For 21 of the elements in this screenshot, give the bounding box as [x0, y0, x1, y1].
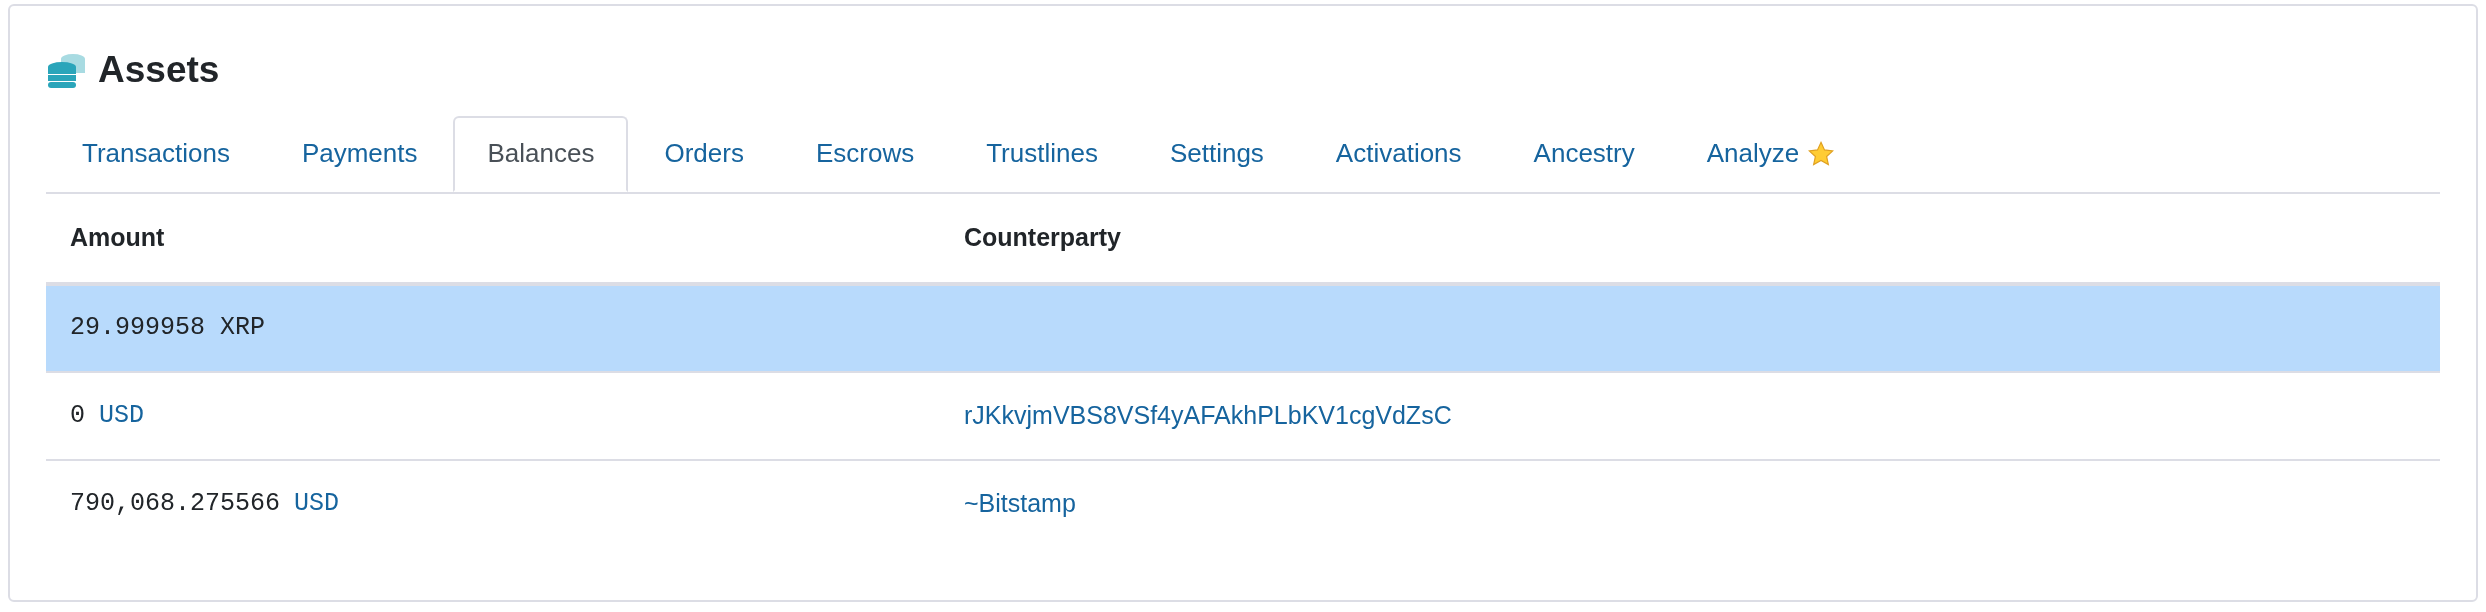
page-title: Assets: [98, 48, 220, 92]
column-header: Amount: [46, 193, 940, 284]
currency-link[interactable]: USD: [294, 489, 340, 519]
amount-text: 0: [70, 400, 85, 430]
tab[interactable]: Payments: [265, 115, 454, 192]
counterparty-link[interactable]: rJKkvjmVBS8VSf4yAFAkhPLbKV1cgVdZsC: [964, 400, 1452, 429]
amount-text: 29.999958 XRP: [70, 313, 266, 343]
tab[interactable]: Escrows: [779, 115, 951, 192]
currency-link[interactable]: USD: [99, 400, 145, 430]
counterparty-link[interactable]: ~Bitstamp: [964, 489, 1076, 518]
table-row[interactable]: 0 USD rJKkvjmVBS8VSf4yAFAkhPLbKV1cgVdZsC: [46, 371, 2440, 460]
tab[interactable]: Settings: [1133, 115, 1300, 192]
tab[interactable]: Trustlines: [950, 115, 1134, 192]
tab[interactable]: Balances: [453, 115, 629, 192]
tab[interactable]: Transactions: [46, 115, 266, 192]
tab[interactable]: Ancestry: [1497, 115, 1671, 192]
amount-text: 790,068.275566: [70, 489, 281, 519]
column-header: Counterparty: [940, 193, 2440, 284]
tab[interactable]: Analyze: [1670, 115, 1872, 192]
tab[interactable]: Orders: [628, 115, 780, 192]
tab[interactable]: Activations: [1299, 115, 1498, 192]
